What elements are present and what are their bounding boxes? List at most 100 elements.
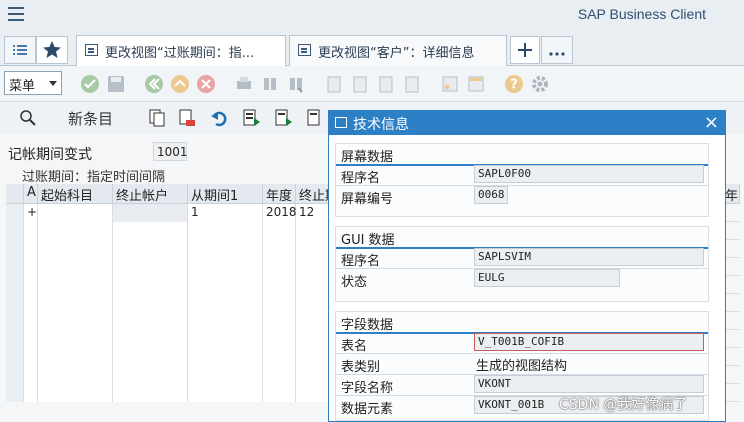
cell-from-account[interactable]: [38, 366, 113, 384]
cell-to-period[interactable]: [296, 366, 332, 384]
cancel-icon[interactable]: [196, 74, 216, 94]
cell-to-account[interactable]: [113, 294, 188, 312]
column-header-to-period[interactable]: 终止期: [296, 184, 332, 204]
cell-from-period[interactable]: [188, 294, 263, 312]
cell-to-period[interactable]: 12: [296, 204, 332, 222]
copy-icon[interactable]: [148, 108, 166, 128]
cell-to-account[interactable]: [113, 348, 188, 366]
cell-from-period[interactable]: [188, 366, 263, 384]
cell-to-account[interactable]: [113, 330, 188, 348]
cell-a[interactable]: [24, 258, 38, 276]
undo-icon[interactable]: [210, 108, 230, 128]
tab-customer-detail[interactable]: 更改视图“客户”：详细信息: [289, 35, 507, 66]
cell-from-account[interactable]: [38, 312, 113, 330]
help-icon[interactable]: ?: [504, 74, 524, 94]
gui-program-field[interactable]: SAPLSVIM: [474, 248, 704, 266]
display-change-icon[interactable]: [18, 108, 38, 128]
cell-from-account[interactable]: [38, 294, 113, 312]
save-icon[interactable]: [106, 74, 126, 94]
cell-to-period[interactable]: [296, 258, 332, 276]
cell-to-account[interactable]: [113, 222, 188, 240]
cell-year[interactable]: [263, 366, 296, 384]
cell-to-account[interactable]: [113, 366, 188, 384]
select-all-icon[interactable]: [242, 108, 262, 128]
row-selector[interactable]: [6, 384, 24, 402]
row-selector[interactable]: [6, 294, 24, 312]
cell-from-account[interactable]: [38, 258, 113, 276]
cell-a[interactable]: +: [24, 204, 38, 222]
cell-to-account[interactable]: [113, 258, 188, 276]
row-selector[interactable]: [6, 366, 24, 384]
cell-to-account[interactable]: [113, 312, 188, 330]
hamburger-menu-icon[interactable]: [8, 7, 24, 21]
cell-from-period[interactable]: [188, 276, 263, 294]
row-selector[interactable]: [6, 258, 24, 276]
cell-to-period[interactable]: [296, 276, 332, 294]
cell-a[interactable]: [24, 276, 38, 294]
cell-to-period[interactable]: [296, 384, 332, 402]
last-page-icon[interactable]: [402, 74, 422, 94]
cell-to-account[interactable]: [113, 240, 188, 258]
cell-from-account[interactable]: [38, 276, 113, 294]
close-icon[interactable]: ×: [704, 112, 719, 133]
table-name-field[interactable]: V_T001B_COFIB: [474, 333, 704, 351]
row-selector[interactable]: [6, 330, 24, 348]
select-block-icon[interactable]: [274, 108, 294, 128]
menu-dropdown[interactable]: 菜单: [4, 71, 62, 95]
cell-to-account[interactable]: [113, 384, 188, 402]
exit-icon[interactable]: [170, 74, 190, 94]
cell-a[interactable]: [24, 294, 38, 312]
cell-a[interactable]: [24, 312, 38, 330]
cell-year[interactable]: [263, 240, 296, 258]
cell-year[interactable]: [263, 222, 296, 240]
cell-from-account[interactable]: [38, 330, 113, 348]
row-selector[interactable]: [6, 240, 24, 258]
row-selector[interactable]: [6, 348, 24, 366]
cell-from-period[interactable]: [188, 330, 263, 348]
cell-from-period[interactable]: [188, 240, 263, 258]
cell-from-period[interactable]: [188, 348, 263, 366]
column-header-from-period[interactable]: 从期间1: [188, 184, 263, 204]
shortcut-icon[interactable]: [466, 74, 486, 94]
cell-a[interactable]: [24, 366, 38, 384]
cell-from-period[interactable]: [188, 222, 263, 240]
cell-from-account[interactable]: [38, 240, 113, 258]
row-selector[interactable]: [6, 312, 24, 330]
column-header-select[interactable]: [6, 184, 24, 204]
print-icon[interactable]: [234, 74, 254, 94]
favorites-button[interactable]: [36, 36, 68, 64]
cell-year[interactable]: [263, 258, 296, 276]
cell-to-period[interactable]: [296, 348, 332, 366]
delete-icon[interactable]: [178, 108, 196, 128]
column-header-year[interactable]: 年度: [263, 184, 296, 204]
cell-a[interactable]: [24, 240, 38, 258]
next-page-icon[interactable]: [376, 74, 396, 94]
cell-to-period[interactable]: [296, 240, 332, 258]
previous-page-icon[interactable]: [350, 74, 370, 94]
cell-to-period[interactable]: [296, 222, 332, 240]
column-header-a[interactable]: A: [24, 184, 38, 204]
list-view-button[interactable]: [4, 36, 36, 64]
cell-to-period[interactable]: [296, 330, 332, 348]
cell-year[interactable]: [263, 330, 296, 348]
new-entries-button[interactable]: 新条目: [68, 108, 113, 129]
cell-from-period[interactable]: [188, 258, 263, 276]
cell-a[interactable]: [24, 222, 38, 240]
row-selector[interactable]: [6, 204, 24, 222]
cell-year[interactable]: [263, 348, 296, 366]
cell-from-period[interactable]: [188, 384, 263, 402]
cell-year[interactable]: [263, 276, 296, 294]
cell-from-period[interactable]: 1: [188, 204, 263, 222]
row-selector[interactable]: [6, 222, 24, 240]
cell-to-period[interactable]: [296, 294, 332, 312]
period-variant-field[interactable]: 1001: [153, 142, 188, 161]
dialog-title-bar[interactable]: 技术信息 ×: [329, 111, 725, 135]
cell-a[interactable]: [24, 384, 38, 402]
new-tab-button[interactable]: [510, 36, 540, 64]
find-icon[interactable]: [260, 74, 280, 94]
more-tabs-button[interactable]: [541, 36, 573, 64]
deselect-all-icon[interactable]: [306, 108, 326, 128]
cell-a[interactable]: [24, 330, 38, 348]
tab-period-view[interactable]: 更改视图“过账期间：指...: [76, 35, 286, 67]
cell-from-account[interactable]: [38, 384, 113, 402]
